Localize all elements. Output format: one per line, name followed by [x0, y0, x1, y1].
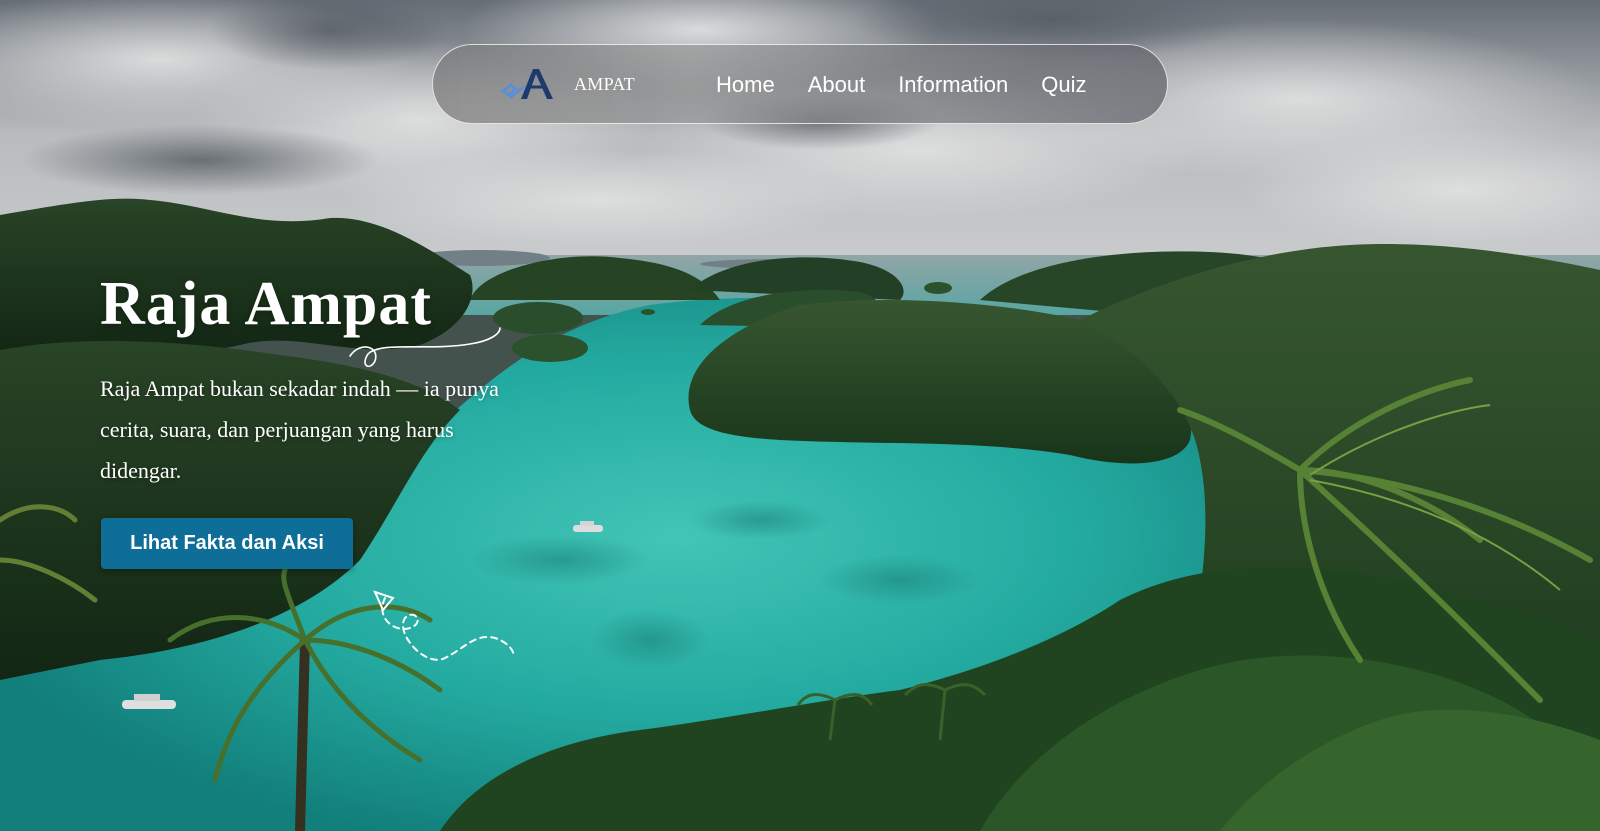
nav-link-information[interactable]: Information [898, 72, 1008, 98]
navbar: AMPAT Home About Information Quiz [432, 44, 1168, 124]
nav-links: Home About Information Quiz [716, 72, 1087, 98]
hero-description: Raja Ampat bukan sekadar indah — ia puny… [100, 376, 499, 483]
nav-link-home[interactable]: Home [716, 72, 775, 98]
nav-link-quiz[interactable]: Quiz [1041, 72, 1086, 98]
nav-link-about[interactable]: About [808, 72, 866, 98]
brand-name: AMPAT [574, 74, 635, 94]
fakta-aksi-button[interactable]: Lihat Fakta dan Aksi [101, 518, 353, 569]
paper-plane-trail-icon [373, 590, 515, 661]
ampat-logo-icon[interactable] [499, 63, 559, 105]
